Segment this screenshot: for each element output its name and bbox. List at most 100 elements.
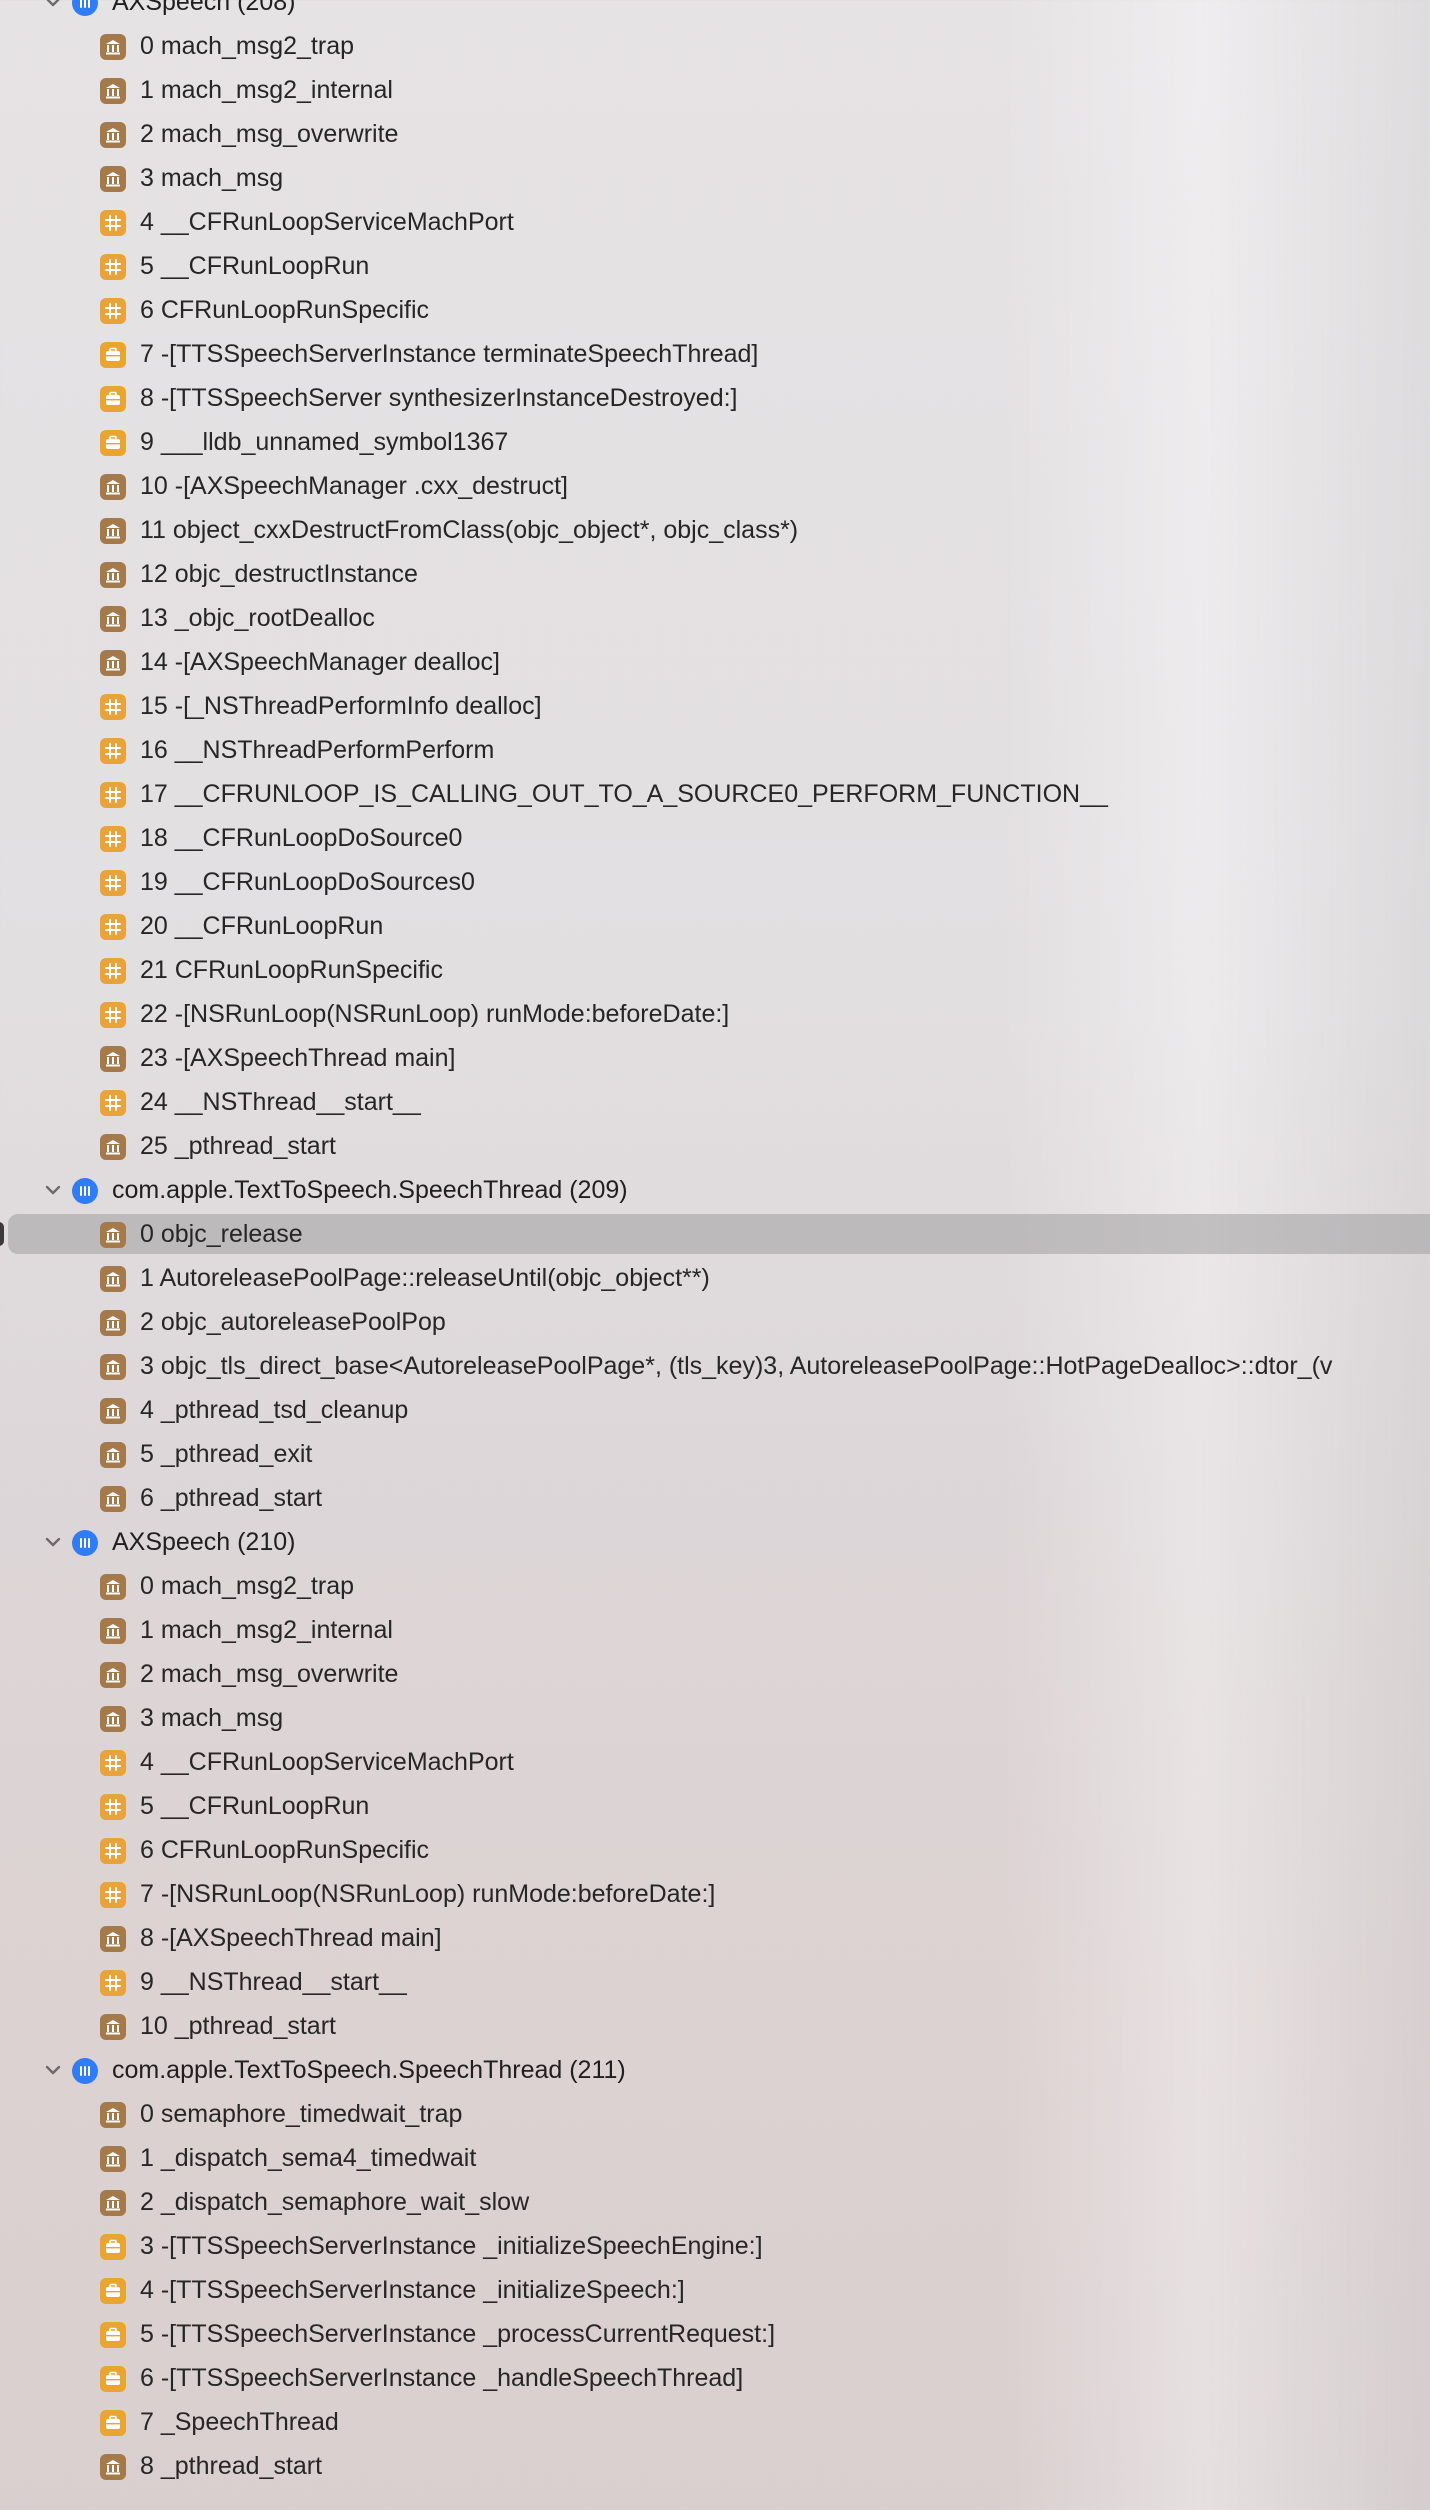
library-icon — [100, 1662, 126, 1688]
frame-row[interactable]: 1 _dispatch_sema4_timedwait — [0, 2136, 1430, 2180]
frame-row[interactable]: 3 objc_tls_direct_base<AutoreleasePoolPa… — [0, 1344, 1430, 1388]
briefcase-icon — [100, 2278, 126, 2304]
frame-row[interactable]: 9 __NSThread__start__ — [0, 1960, 1430, 2004]
chevron-down-icon[interactable] — [43, 2060, 63, 2080]
briefcase-icon — [100, 2322, 126, 2348]
chevron-down-icon[interactable] — [43, 1532, 63, 1552]
frame-row[interactable]: 20 __CFRunLoopRun — [0, 904, 1430, 948]
library-icon — [100, 2146, 126, 2172]
library-icon — [100, 1134, 126, 1160]
thread-row[interactable]: AXSpeech (210) — [0, 1520, 1430, 1564]
frame-row[interactable]: 3 -[TTSSpeechServerInstance _initializeS… — [0, 2224, 1430, 2268]
framework-icon — [100, 958, 126, 984]
chevron-down-icon[interactable] — [43, 1180, 63, 1200]
frame-label: 3 mach_msg — [140, 1704, 284, 1732]
frame-label: 1 _dispatch_sema4_timedwait — [140, 2144, 477, 2172]
library-icon — [100, 1354, 126, 1380]
frame-row[interactable]: 14 -[AXSpeechManager dealloc] — [0, 640, 1430, 684]
frame-row[interactable]: 8 -[AXSpeechThread main] — [0, 1916, 1430, 1960]
library-icon — [100, 166, 126, 192]
thread-icon — [72, 1178, 98, 1204]
thread-row[interactable]: AXSpeech (208) — [0, 0, 1430, 24]
frame-row[interactable]: 6 CFRunLoopRunSpecific — [0, 288, 1430, 332]
frame-row[interactable]: 4 -[TTSSpeechServerInstance _initializeS… — [0, 2268, 1430, 2312]
frame-row[interactable]: 9 ___lldb_unnamed_symbol1367 — [0, 420, 1430, 464]
framework-icon — [100, 1090, 126, 1116]
library-icon — [100, 1398, 126, 1424]
frame-label: 6 CFRunLoopRunSpecific — [140, 296, 430, 324]
frame-row[interactable]: 3 mach_msg — [0, 1696, 1430, 1740]
frame-row[interactable]: 1 AutoreleasePoolPage::releaseUntil(objc… — [0, 1256, 1430, 1300]
briefcase-icon — [100, 2234, 126, 2260]
frame-row[interactable]: 5 __CFRunLoopRun — [0, 1784, 1430, 1828]
frame-label: 5 -[TTSSpeechServerInstance _processCurr… — [140, 2320, 776, 2348]
frame-row[interactable]: 0 semaphore_timedwait_trap — [0, 2092, 1430, 2136]
frame-row[interactable]: 0 mach_msg2_trap — [0, 1564, 1430, 1608]
frame-row[interactable]: 2 mach_msg_overwrite — [0, 112, 1430, 156]
frame-label: 11 object_cxxDestructFromClass(objc_obje… — [140, 516, 799, 544]
frame-row[interactable]: 2 objc_autoreleasePoolPop — [0, 1300, 1430, 1344]
framework-icon — [100, 870, 126, 896]
frame-row[interactable]: 24 __NSThread__start__ — [0, 1080, 1430, 1124]
frame-row[interactable]: 10 -[AXSpeechManager .cxx_destruct] — [0, 464, 1430, 508]
frame-row[interactable]: 19 __CFRunLoopDoSources0 — [0, 860, 1430, 904]
frame-label: 3 mach_msg — [140, 164, 284, 192]
frame-row[interactable]: 1 mach_msg2_internal — [0, 68, 1430, 112]
frame-row[interactable]: 0 mach_msg2_trap — [0, 24, 1430, 68]
frame-row[interactable]: 13 _objc_rootDealloc — [0, 596, 1430, 640]
frame-label: 12 objc_destructInstance — [140, 560, 418, 588]
frame-row[interactable]: 21 CFRunLoopRunSpecific — [0, 948, 1430, 992]
frame-row[interactable]: 12 objc_destructInstance — [0, 552, 1430, 596]
frame-row[interactable]: 11 object_cxxDestructFromClass(objc_obje… — [0, 508, 1430, 552]
frame-row[interactable]: 6 _pthread_start — [0, 1476, 1430, 1520]
frame-row[interactable]: 5 __CFRunLoopRun — [0, 244, 1430, 288]
library-icon — [100, 1486, 126, 1512]
frame-label: 2 objc_autoreleasePoolPop — [140, 1308, 446, 1336]
debug-navigator-outline: AXSpeech (208) 0 mach_msg2_trap 1 mach_msg… — [0, 0, 1430, 2488]
frame-row[interactable]: 22 -[NSRunLoop(NSRunLoop) runMode:before… — [0, 992, 1430, 1036]
briefcase-icon — [100, 386, 126, 412]
framework-icon — [100, 1882, 126, 1908]
frame-row[interactable]: 5 -[TTSSpeechServerInstance _processCurr… — [0, 2312, 1430, 2356]
frame-label: 5 _pthread_exit — [140, 1440, 313, 1468]
thread-label: AXSpeech (208) — [112, 0, 296, 16]
library-icon — [100, 2190, 126, 2216]
frame-row-selected[interactable]: 0 objc_release — [0, 1212, 1430, 1256]
frame-row[interactable]: 23 -[AXSpeechThread main] — [0, 1036, 1430, 1080]
frame-row[interactable]: 18 __CFRunLoopDoSource0 — [0, 816, 1430, 860]
frame-row[interactable]: 8 -[TTSSpeechServer synthesizerInstanceD… — [0, 376, 1430, 420]
library-icon — [100, 1222, 126, 1248]
frame-row[interactable]: 6 -[TTSSpeechServerInstance _handleSpeec… — [0, 2356, 1430, 2400]
chevron-down-icon[interactable] — [43, 0, 63, 12]
frame-row[interactable]: 7 _SpeechThread — [0, 2400, 1430, 2444]
frame-row[interactable]: 17 __CFRUNLOOP_IS_CALLING_OUT_TO_A_SOURC… — [0, 772, 1430, 816]
library-icon — [100, 2454, 126, 2480]
thread-row[interactable]: com.apple.TextToSpeech.SpeechThread (209… — [0, 1168, 1430, 1212]
frame-row[interactable]: 6 CFRunLoopRunSpecific — [0, 1828, 1430, 1872]
frame-row[interactable]: 10 _pthread_start — [0, 2004, 1430, 2048]
frame-row[interactable]: 5 _pthread_exit — [0, 1432, 1430, 1476]
frame-row[interactable]: 25 _pthread_start — [0, 1124, 1430, 1168]
frame-row[interactable]: 4 __CFRunLoopServiceMachPort — [0, 1740, 1430, 1784]
frame-label: 7 -[TTSSpeechServerInstance terminateSpe… — [140, 340, 759, 368]
frame-row[interactable]: 3 mach_msg — [0, 156, 1430, 200]
frame-row[interactable]: 4 __CFRunLoopServiceMachPort — [0, 200, 1430, 244]
library-icon — [100, 1310, 126, 1336]
framework-icon — [100, 210, 126, 236]
library-icon — [100, 474, 126, 500]
frame-row[interactable]: 7 -[NSRunLoop(NSRunLoop) runMode:beforeD… — [0, 1872, 1430, 1916]
library-icon — [100, 1574, 126, 1600]
frame-row[interactable]: 1 mach_msg2_internal — [0, 1608, 1430, 1652]
frame-row[interactable]: 8 _pthread_start — [0, 2444, 1430, 2488]
frame-row[interactable]: 2 mach_msg_overwrite — [0, 1652, 1430, 1696]
frame-row[interactable]: 7 -[TTSSpeechServerInstance terminateSpe… — [0, 332, 1430, 376]
frame-label: 23 -[AXSpeechThread main] — [140, 1044, 456, 1072]
library-icon — [100, 2102, 126, 2128]
frame-label: 1 mach_msg2_internal — [140, 1616, 393, 1644]
frame-row[interactable]: 2 _dispatch_semaphore_wait_slow — [0, 2180, 1430, 2224]
frame-label: 8 -[TTSSpeechServer synthesizerInstanceD… — [140, 384, 738, 412]
frame-row[interactable]: 4 _pthread_tsd_cleanup — [0, 1388, 1430, 1432]
thread-row[interactable]: com.apple.TextToSpeech.SpeechThread (211… — [0, 2048, 1430, 2092]
frame-row[interactable]: 15 -[_NSThreadPerformInfo dealloc] — [0, 684, 1430, 728]
frame-row[interactable]: 16 __NSThreadPerformPerform — [0, 728, 1430, 772]
